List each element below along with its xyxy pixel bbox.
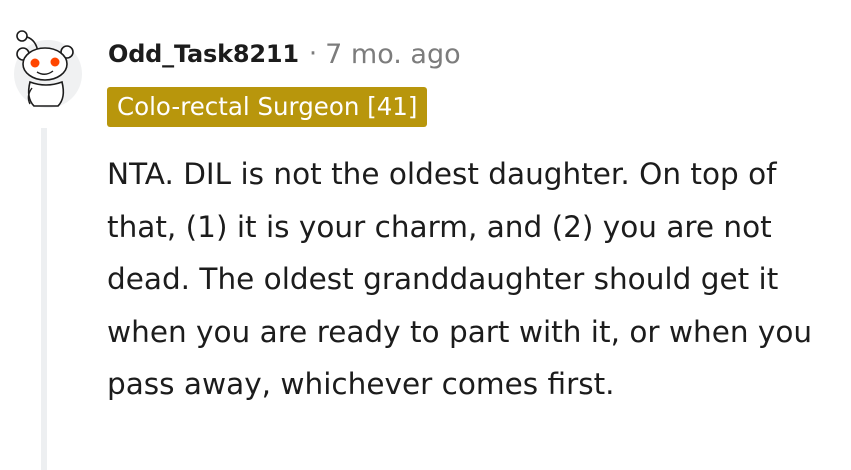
thread-line[interactable] xyxy=(41,128,47,470)
meta-separator: · xyxy=(308,39,318,69)
username-link[interactable]: Odd_Task8211 xyxy=(108,40,299,68)
user-flair: Colo-rectal Surgeon [41] xyxy=(107,87,428,127)
snoo-icon xyxy=(14,30,82,108)
timestamp[interactable]: 7 mo. ago xyxy=(325,39,460,70)
comment-meta: Odd_Task8211 · 7 mo. ago xyxy=(108,34,461,74)
avatar[interactable] xyxy=(12,22,84,112)
comment: Odd_Task8211 · 7 mo. ago Colo-rectal Sur… xyxy=(0,0,851,470)
comment-body: NTA. DIL is not the oldest daughter. On … xyxy=(107,157,813,401)
